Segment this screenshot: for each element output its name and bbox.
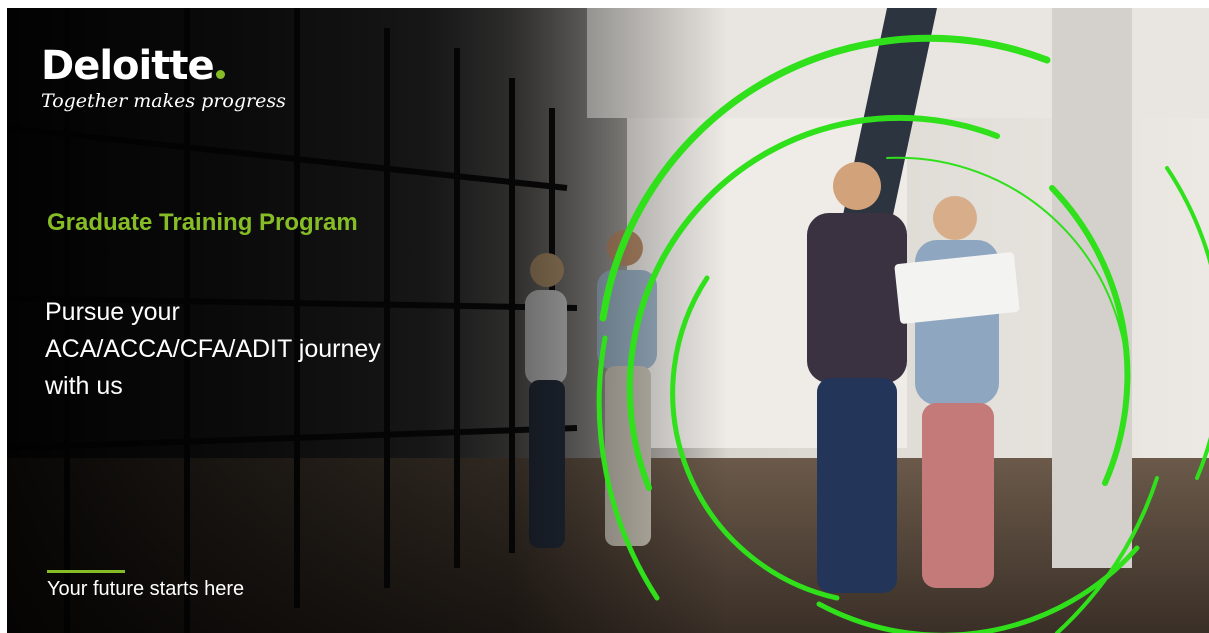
footer-text: Your future starts here bbox=[47, 578, 245, 600]
brand-block: Deloitte Together makes progress bbox=[41, 44, 286, 112]
banner: Deloitte Together makes progress Graduat… bbox=[7, 8, 1209, 633]
headline-line: with us bbox=[45, 372, 123, 400]
logo: Deloitte bbox=[41, 44, 286, 88]
ring-inner-bottom bbox=[816, 545, 1140, 633]
headline-line: ACA/ACCA/CFA/ADIT journey bbox=[45, 335, 381, 363]
ring-thin bbox=[886, 156, 1129, 409]
accent-bar bbox=[47, 570, 125, 573]
ring-far-right bbox=[1055, 476, 1159, 633]
ring-outer-right bbox=[1165, 166, 1209, 480]
tagline: Together makes progress bbox=[41, 90, 286, 112]
ring-mid-right bbox=[1049, 185, 1131, 486]
rings bbox=[596, 34, 1209, 633]
deloitte-logo-dot-icon bbox=[215, 70, 225, 79]
headline: Pursue your ACA/ACCA/CFA/ADIT journey wi… bbox=[45, 294, 475, 405]
ring-inner bbox=[670, 275, 840, 601]
program-title: Graduate Training Program bbox=[47, 209, 358, 236]
ring-mid bbox=[626, 114, 1000, 491]
logo-text: Deloitte bbox=[41, 43, 215, 89]
headline-line: Pursue your bbox=[45, 298, 180, 326]
ring-outer bbox=[599, 34, 1051, 322]
